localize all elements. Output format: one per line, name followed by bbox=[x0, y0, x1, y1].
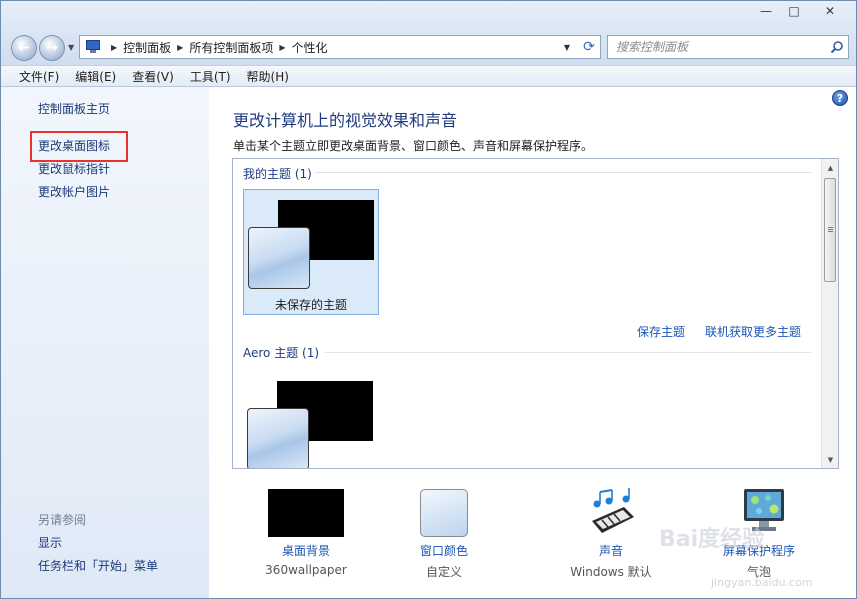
breadcrumb-all-items[interactable]: 所有控制面板项 bbox=[189, 39, 273, 56]
sounds-link[interactable]: 声音 bbox=[546, 542, 676, 559]
menu-file[interactable]: 文件(F) bbox=[11, 68, 67, 85]
menu-view[interactable]: 查看(V) bbox=[124, 68, 182, 85]
change-account-picture-link[interactable]: 更改帐户图片 bbox=[38, 183, 110, 200]
baidu-watermark: Bai度经验 bbox=[659, 527, 765, 552]
close-button[interactable]: ✕ bbox=[808, 1, 852, 21]
breadcrumb-separator-icon[interactable]: ▶ bbox=[177, 43, 183, 52]
see-also-heading: 另请参阅 bbox=[38, 513, 87, 527]
save-theme-link[interactable]: 保存主题 bbox=[637, 323, 685, 340]
change-desktop-icons-link[interactable]: 更改桌面图标 bbox=[38, 137, 110, 154]
theme-unsaved[interactable]: 未保存的主题 bbox=[243, 189, 379, 315]
scroll-down-icon[interactable]: ▼ bbox=[822, 451, 838, 468]
control-panel-icon bbox=[85, 40, 101, 54]
forward-button[interactable]: → bbox=[39, 35, 65, 61]
control-panel-home-link[interactable]: 控制面板主页 bbox=[38, 100, 110, 117]
personalization-window: — □ ✕ ← → ▼ ▶ 控制面板 ▶ 所有控制面板项 ▶ 个性化 ▼ ⟳ 搜… bbox=[0, 0, 857, 599]
sounds-value: Windows 默认 bbox=[570, 565, 652, 579]
help-icon[interactable]: ? bbox=[832, 90, 848, 106]
menu-help[interactable]: 帮助(H) bbox=[239, 68, 297, 85]
scroll-up-icon[interactable]: ▲ bbox=[822, 159, 838, 176]
theme-list-scrollbar[interactable]: ▲ ▼ bbox=[821, 159, 838, 468]
menu-tools[interactable]: 工具(T) bbox=[182, 68, 239, 85]
forward-arrow-icon: → bbox=[46, 40, 58, 56]
caption-buttons: — □ ✕ bbox=[752, 1, 852, 21]
search-icon[interactable] bbox=[826, 40, 848, 54]
back-arrow-icon: ← bbox=[18, 40, 30, 56]
window-color-value: 自定义 bbox=[425, 565, 462, 579]
desktop-background-value: 360wallpaper bbox=[265, 563, 347, 577]
theme-list[interactable]: 我的主题 (1) 未保存的主题 保存主题 联机获取更多主题 Aero 主题 (1… bbox=[232, 158, 839, 469]
desktop-background-preview bbox=[268, 489, 344, 537]
scroll-thumb[interactable] bbox=[824, 178, 836, 282]
group-divider bbox=[315, 172, 811, 173]
breadcrumb-separator-icon[interactable]: ▶ bbox=[111, 43, 117, 52]
menu-edit[interactable]: 编辑(E) bbox=[67, 68, 124, 85]
task-pane: 控制面板主页 更改桌面图标 更改鼠标指针 更改帐户图片 另请参阅 显示 任务栏和… bbox=[1, 87, 209, 598]
window-color-preview bbox=[420, 489, 468, 537]
window-color-link[interactable]: 窗口颜色 bbox=[379, 542, 509, 559]
taskbar-start-menu-link[interactable]: 任务栏和「开始」菜单 bbox=[38, 557, 158, 574]
menu-bar: 文件(F) 编辑(E) 查看(V) 工具(T) 帮助(H) bbox=[1, 65, 856, 87]
page-title: 更改计算机上的视觉效果和声音 bbox=[233, 111, 458, 130]
aero-themes-heading: Aero 主题 (1) bbox=[243, 346, 320, 360]
display-link[interactable]: 显示 bbox=[38, 534, 62, 551]
my-themes-heading: 我的主题 (1) bbox=[243, 167, 312, 181]
maximize-button[interactable]: □ bbox=[780, 1, 808, 21]
theme-label: 未保存的主题 bbox=[274, 298, 347, 312]
breadcrumb-separator-icon[interactable]: ▶ bbox=[279, 43, 285, 52]
change-mouse-pointers-link[interactable]: 更改鼠标指针 bbox=[38, 160, 110, 177]
address-bar[interactable]: ▶ 控制面板 ▶ 所有控制面板项 ▶ 个性化 ▼ ⟳ bbox=[79, 35, 601, 59]
breadcrumb-personalization[interactable]: 个性化 bbox=[292, 39, 328, 56]
address-history-dropdown[interactable]: ▼ bbox=[564, 43, 570, 52]
theme-aero[interactable] bbox=[243, 371, 379, 468]
page-description: 单击某个主题立即更改桌面背景、窗口颜色、声音和屏幕保护程序。 bbox=[233, 139, 594, 153]
navigation-bar: ← → ▼ ▶ 控制面板 ▶ 所有控制面板项 ▶ 个性化 ▼ ⟳ bbox=[1, 29, 856, 65]
desktop-background-link[interactable]: 桌面背景 bbox=[241, 542, 371, 559]
baidu-watermark-url: jingyan.baidu.com bbox=[711, 576, 813, 589]
refresh-icon[interactable]: ⟳ bbox=[578, 39, 600, 55]
recent-pages-dropdown[interactable]: ▼ bbox=[68, 43, 74, 52]
sounds-icon bbox=[592, 488, 634, 533]
search-input[interactable] bbox=[608, 37, 826, 57]
group-divider bbox=[325, 352, 811, 353]
get-more-themes-link[interactable]: 联机获取更多主题 bbox=[705, 323, 801, 340]
theme-color-preview bbox=[247, 408, 309, 468]
theme-color-preview bbox=[248, 227, 310, 289]
breadcrumb-control-panel[interactable]: 控制面板 bbox=[123, 39, 171, 56]
minimize-button[interactable]: — bbox=[752, 1, 780, 21]
back-button[interactable]: ← bbox=[11, 35, 37, 61]
search-box[interactable] bbox=[607, 35, 849, 59]
